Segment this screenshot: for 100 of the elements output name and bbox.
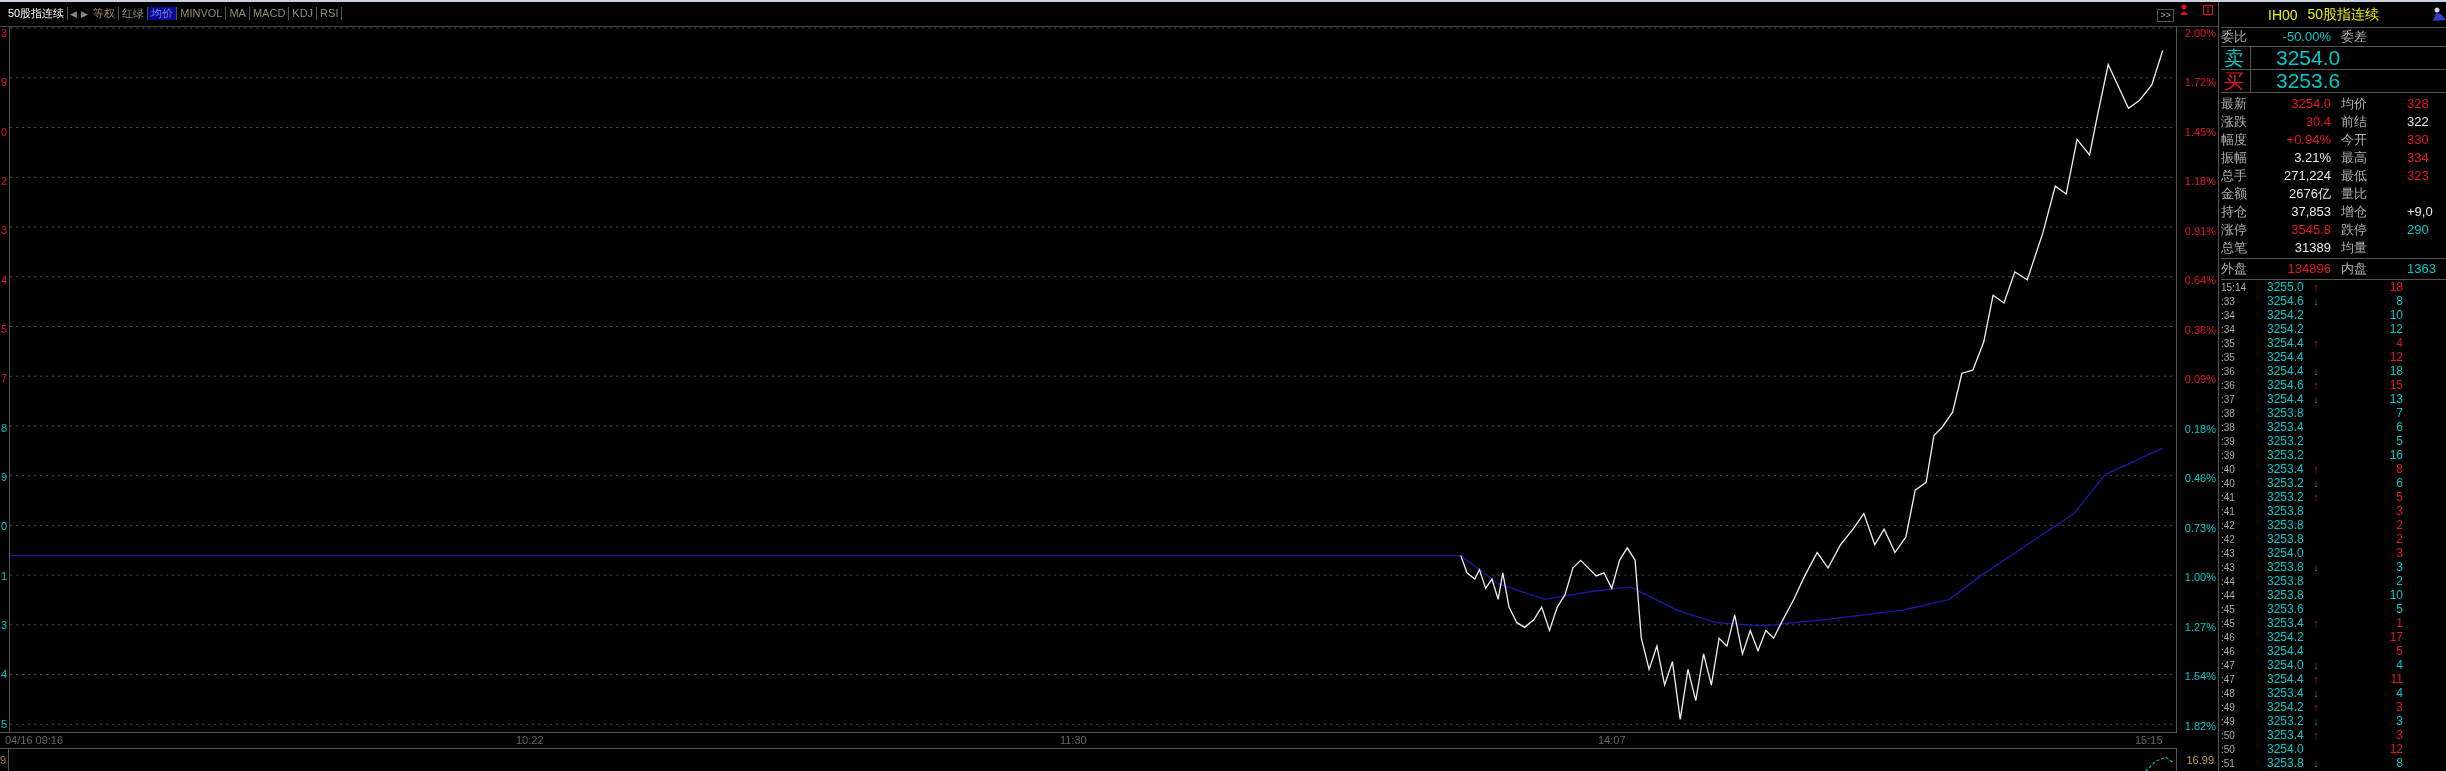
stat-label: 委差: [2340, 28, 2368, 46]
tick-volume: 8: [2395, 756, 2403, 770]
tick-volume: 1: [2395, 616, 2403, 630]
tick-price: 3254.0: [2267, 546, 2305, 560]
quote-price: 3254.0: [2276, 46, 2341, 70]
stat-label: 最新: [2221, 95, 2248, 113]
chart-title[interactable]: 50股指连续: [5, 7, 69, 21]
nav-arrow-button[interactable]: ▶: [79, 9, 91, 19]
price-axis-label: 0: [0, 125, 9, 138]
indicator-tab[interactable]: KDJ: [289, 7, 318, 21]
tick-volume: 3: [2395, 504, 2403, 518]
stat-label: 今开: [2340, 131, 2368, 149]
tick-time: :41: [2221, 505, 2236, 517]
tick-arrow: ↑: [2312, 701, 2320, 713]
percent-axis-label: 1.27%: [2184, 620, 2216, 633]
figure-icon[interactable]: [2432, 7, 2446, 21]
tick-time: :34: [2221, 309, 2236, 321]
tick-time: :44: [2221, 575, 2236, 587]
tick-arrow: ↓: [2312, 561, 2320, 573]
tick-price: 3254.0: [2267, 742, 2305, 756]
tick-volume: 5: [2395, 644, 2403, 658]
stat-label: 总笔: [2221, 239, 2248, 257]
stat-value: 3254.0: [2290, 95, 2331, 113]
percent-axis-label: 1.54%: [2184, 670, 2216, 683]
expand-button[interactable]: >>: [2157, 9, 2174, 22]
tick-time: :42: [2221, 533, 2236, 545]
tick-volume: 5: [2395, 602, 2403, 616]
price-axis-label: 8: [0, 421, 9, 434]
tick-volume: 4: [2395, 686, 2403, 700]
tick-arrow: ↑: [2312, 337, 2320, 349]
tick-time: :43: [2221, 561, 2236, 573]
stat-label: 均量: [2340, 239, 2368, 257]
price-axis-label: 5: [0, 322, 9, 335]
tick-price: 3253.8: [2267, 504, 2305, 518]
percent-axis-label: 2.00%: [2184, 27, 2216, 39]
percent-axis-label: 1.82%: [2184, 719, 2216, 732]
tick-price: 3253.4: [2267, 686, 2305, 700]
tick-volume: 6: [2395, 420, 2403, 434]
window-icon[interactable]: [2203, 4, 2213, 15]
stat-value: 30.4: [2304, 113, 2331, 131]
tick-time: :47: [2221, 673, 2236, 685]
price-axis-label: 9: [0, 470, 9, 483]
tick-price: 3253.4: [2267, 728, 2305, 742]
nav-arrow-button[interactable]: ◀: [68, 9, 80, 19]
tick-volume: 2: [2395, 532, 2403, 546]
tick-price: 3253.2: [2267, 448, 2305, 462]
stat-value: 3545.8: [2290, 221, 2331, 239]
tick-arrow: ↓: [2312, 659, 2320, 671]
stat-label: 总手: [2221, 167, 2248, 185]
price-axis-label: 4: [0, 668, 9, 681]
tick-volume: 8: [2395, 462, 2403, 476]
quote-label: 买: [2221, 70, 2251, 92]
indicator-tab[interactable]: 均价: [148, 7, 178, 21]
indicator-tab[interactable]: RSI: [317, 7, 343, 21]
tick-volume: 5: [2395, 434, 2403, 448]
tick-price: 3255.0: [2267, 280, 2305, 294]
tick-time: :46: [2221, 631, 2236, 643]
tick-price: 3253.2: [2267, 434, 2305, 448]
tick-price: 3254.6: [2267, 294, 2305, 308]
tick-time: :46: [2221, 645, 2236, 657]
time-axis-label: 04/16 09:16: [5, 733, 64, 746]
tick-volume: 11: [2389, 672, 2403, 686]
contract-name: 50股指连续: [2307, 5, 2380, 24]
tick-time: :35: [2221, 351, 2236, 363]
tick-volume: 3: [2395, 560, 2403, 574]
price-axis-label: 3: [0, 618, 9, 631]
indicator-tab[interactable]: MINVOL: [177, 7, 227, 21]
tick-arrow: ↑: [2312, 463, 2320, 475]
percent-axis-label: 1.18%: [2184, 175, 2216, 188]
tick-volume: 10: [2388, 588, 2403, 602]
price-axis-label: 3: [0, 27, 9, 39]
stat-value: 2676亿: [2288, 185, 2331, 203]
stat-label: 最低: [2340, 167, 2368, 185]
tick-volume: 3: [2395, 700, 2403, 714]
tick-arrow: ↑: [2312, 281, 2320, 293]
tick-price: 3253.8: [2267, 518, 2305, 532]
tick-volume: 17: [2388, 630, 2403, 644]
tick-arrow: ↓: [2312, 715, 2320, 727]
stat-label: 振幅: [2221, 149, 2248, 167]
tick-price: 3253.2: [2267, 476, 2305, 490]
tick-volume: 13: [2388, 392, 2403, 406]
stat-value: 37,853: [2290, 203, 2331, 221]
tick-price: 3254.4: [2267, 672, 2305, 686]
stat-label: 外盘: [2221, 260, 2248, 278]
time-axis-label: 14:07: [1598, 733, 1626, 746]
stat-label: 最高: [2340, 149, 2368, 167]
tick-time: :48: [2221, 687, 2236, 699]
indicator-tab[interactable]: MACD: [249, 7, 290, 21]
indicator-tab[interactable]: MA: [226, 7, 250, 21]
indicator-tab[interactable]: 等权: [90, 7, 120, 21]
person-icon[interactable]: [2179, 4, 2189, 15]
stat-label: 均价: [2340, 95, 2368, 113]
tick-arrow: ↑: [2312, 379, 2320, 391]
tick-price: 3253.4: [2267, 616, 2305, 630]
tick-price: 3254.2: [2267, 630, 2305, 644]
quote-label: 卖: [2221, 47, 2251, 69]
stat-label: 持仓: [2221, 203, 2248, 221]
tick-time: 15:14: [2221, 281, 2248, 293]
tick-arrow: ↑: [2312, 617, 2320, 629]
percent-axis-label: 0.46%: [2184, 472, 2216, 485]
